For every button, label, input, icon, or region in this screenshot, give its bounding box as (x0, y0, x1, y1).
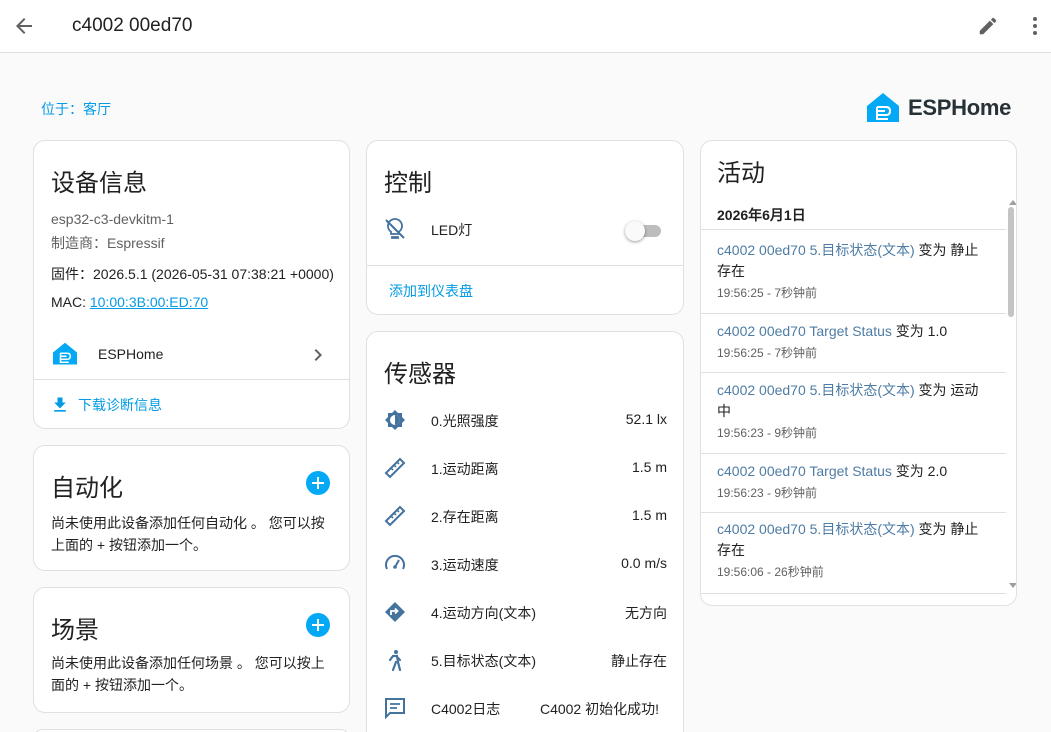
entity-link[interactable]: c4002 00ed70 5.目标状态(文本) (717, 382, 915, 398)
integration-row[interactable]: ESPHome (34, 330, 349, 378)
entity-link[interactable]: c4002 00ed70 5.目标状态(文本) (717, 521, 915, 537)
logbook-entry: c4002 00ed70 Target Status 变为 1.0 19:56:… (717, 323, 948, 360)
scene-description: 尚未使用此设备添加任何场景 。 您可以按上 面的 + 按钮添加一个。 (51, 655, 325, 693)
logbook-entry: c4002 00ed70 Target Status 变为 2.0 19:56:… (717, 463, 948, 500)
automation-card: 自动化 尚未使用此设备添加任何自动化 。 您可以按 上面的 + 按钮添加一个。 (33, 445, 350, 571)
chevron-right-icon (314, 349, 322, 361)
add-to-dashboard-button[interactable]: 添加到仪表盘 (389, 281, 473, 301)
sensor-value: 无方向 (625, 605, 667, 621)
controls-card: 控制 LED灯 添加到仪表盘 (366, 140, 684, 315)
esphome-logo-icon (867, 93, 899, 122)
card-title: 控制 (384, 170, 432, 197)
pencil-icon (979, 17, 997, 35)
sensor-label: 2.存在距离 (431, 509, 499, 525)
integration-name: ESPHome (98, 346, 164, 362)
led-toggle[interactable] (625, 221, 661, 241)
logbook-entry: c4002 00ed70 5.目标状态(文本) 变为 静止存在 19:56:25… (717, 242, 979, 300)
dots-vertical-icon (1033, 17, 1037, 35)
sensor-label: 5.目标状态(文本) (431, 653, 536, 669)
scroll-up-icon[interactable] (1009, 199, 1017, 205)
sensor-label: 1.运动距离 (431, 461, 499, 477)
edit-button[interactable] (972, 10, 1004, 42)
back-button[interactable] (8, 10, 40, 42)
device-manufacturer: 制造商：Espressif (51, 235, 165, 251)
device-model: esp32-c3-devkitm-1 (51, 211, 174, 227)
logbook-entry: c4002 00ed70 5.目标状态(文本) 变为 运动中 19:56:23 … (717, 382, 979, 440)
led-label: LED灯 (431, 222, 473, 238)
card-title: 自动化 (51, 475, 123, 502)
device-firmware: 固件：2026.5.1 (2026-05-31 07:38:21 +0000) (51, 266, 334, 282)
activity-date: 2026年6月1日 (717, 207, 806, 223)
entity-link[interactable]: c4002 00ed70 Target Status (717, 463, 892, 479)
sensor-value: 静止存在 (611, 653, 667, 669)
divider (34, 379, 349, 380)
sensor-value: 1.5 m (631, 507, 667, 523)
top-app-bar: c4002 00ed70 (0, 0, 1051, 53)
sensor-value: 52.1 lx (625, 411, 667, 427)
sensors-card: 传感器 0.光照强度 52.1 lx 1.运动距离 1.5 m 2.存在距离 1… (366, 331, 684, 732)
download-diagnostics-button[interactable]: 下载诊断信息 (50, 393, 162, 417)
sensor-label: C4002日志 (431, 701, 501, 717)
sensor-label: 4.运动方向(文本) (431, 605, 536, 621)
sensor-row[interactable]: 5.目标状态(文本) 静止存在 (367, 636, 683, 684)
logbook-entry: c4002 00ed70 5.目标状态(文本) 变为 静止存在 19:56:06… (717, 521, 979, 579)
entity-link[interactable]: c4002 00ed70 Target Status (717, 323, 892, 339)
ruler-icon (383, 504, 407, 528)
add-automation-button[interactable] (306, 471, 330, 495)
download-icon (54, 397, 66, 412)
add-scene-button[interactable] (306, 613, 330, 637)
sensor-label: 3.运动速度 (431, 557, 499, 573)
lightbulb-off-icon (383, 217, 407, 241)
automation-description: 尚未使用此设备添加任何自动化 。 您可以按 上面的 + 按钮添加一个。 (51, 515, 325, 553)
area-link[interactable]: 位于：客厅 (41, 99, 111, 119)
more-options-button[interactable] (1022, 10, 1048, 42)
sensor-row[interactable]: 4.运动方向(文本) 无方向 (367, 588, 683, 636)
sensor-value: 1.5 m (631, 459, 667, 475)
brightness-icon (383, 408, 407, 432)
scrollbar-thumb[interactable] (1008, 207, 1014, 317)
speedometer-icon (383, 552, 407, 576)
card-title: 设备信息 (51, 170, 147, 197)
download-label: 下载诊断信息 (78, 397, 162, 413)
sensor-value: C4002 初始化成功! (539, 701, 659, 717)
integration-brand: ESPHome (866, 92, 1011, 124)
brand-name: ESPHome (908, 95, 1012, 120)
sensor-row[interactable]: 0.光照强度 52.1 lx (367, 396, 683, 444)
device-info-card: 设备信息 esp32-c3-devkitm-1 制造商：Espressif 固件… (33, 140, 350, 429)
sensor-row[interactable]: 1.运动距离 1.5 m (367, 444, 683, 492)
plus-icon (312, 477, 324, 489)
mac-label: MAC: (51, 294, 90, 310)
ruler-icon (383, 456, 407, 480)
card-title: 活动 (717, 160, 765, 187)
sensor-row[interactable]: C4002日志 C4002 初始化成功! (367, 684, 683, 732)
page-title: c4002 00ed70 (72, 15, 193, 36)
entity-link[interactable]: c4002 00ed70 5.目标状态(文本) (717, 242, 915, 258)
sensor-value: 0.0 m/s (621, 555, 667, 571)
esphome-logo-icon (53, 342, 77, 365)
sensor-row[interactable]: 3.运动速度 0.0 m/s (367, 540, 683, 588)
scroll-down-icon[interactable] (1009, 583, 1017, 589)
person-walking-icon (383, 648, 407, 672)
activity-card: 活动 2026年6月1日 c4002 00ed70 5.目标状态(文本) 变为 … (700, 140, 1017, 606)
scene-card: 场景 尚未使用此设备添加任何场景 。 您可以按上 面的 + 按钮添加一个。 (33, 587, 350, 713)
sensor-row[interactable]: 2.存在距离 1.5 m (367, 492, 683, 540)
plus-icon (312, 619, 324, 631)
mac-link[interactable]: 10:00:3B:00:ED:70 (90, 294, 208, 310)
message-icon (383, 696, 407, 720)
arrow-left-icon (16, 18, 32, 34)
direction-icon (383, 600, 407, 624)
card-title: 传感器 (384, 361, 456, 388)
card-title: 场景 (51, 617, 99, 644)
divider (367, 265, 683, 266)
device-mac: MAC: 10:00:3B:00:ED:70 (51, 294, 208, 310)
sensor-label: 0.光照强度 (431, 413, 499, 429)
